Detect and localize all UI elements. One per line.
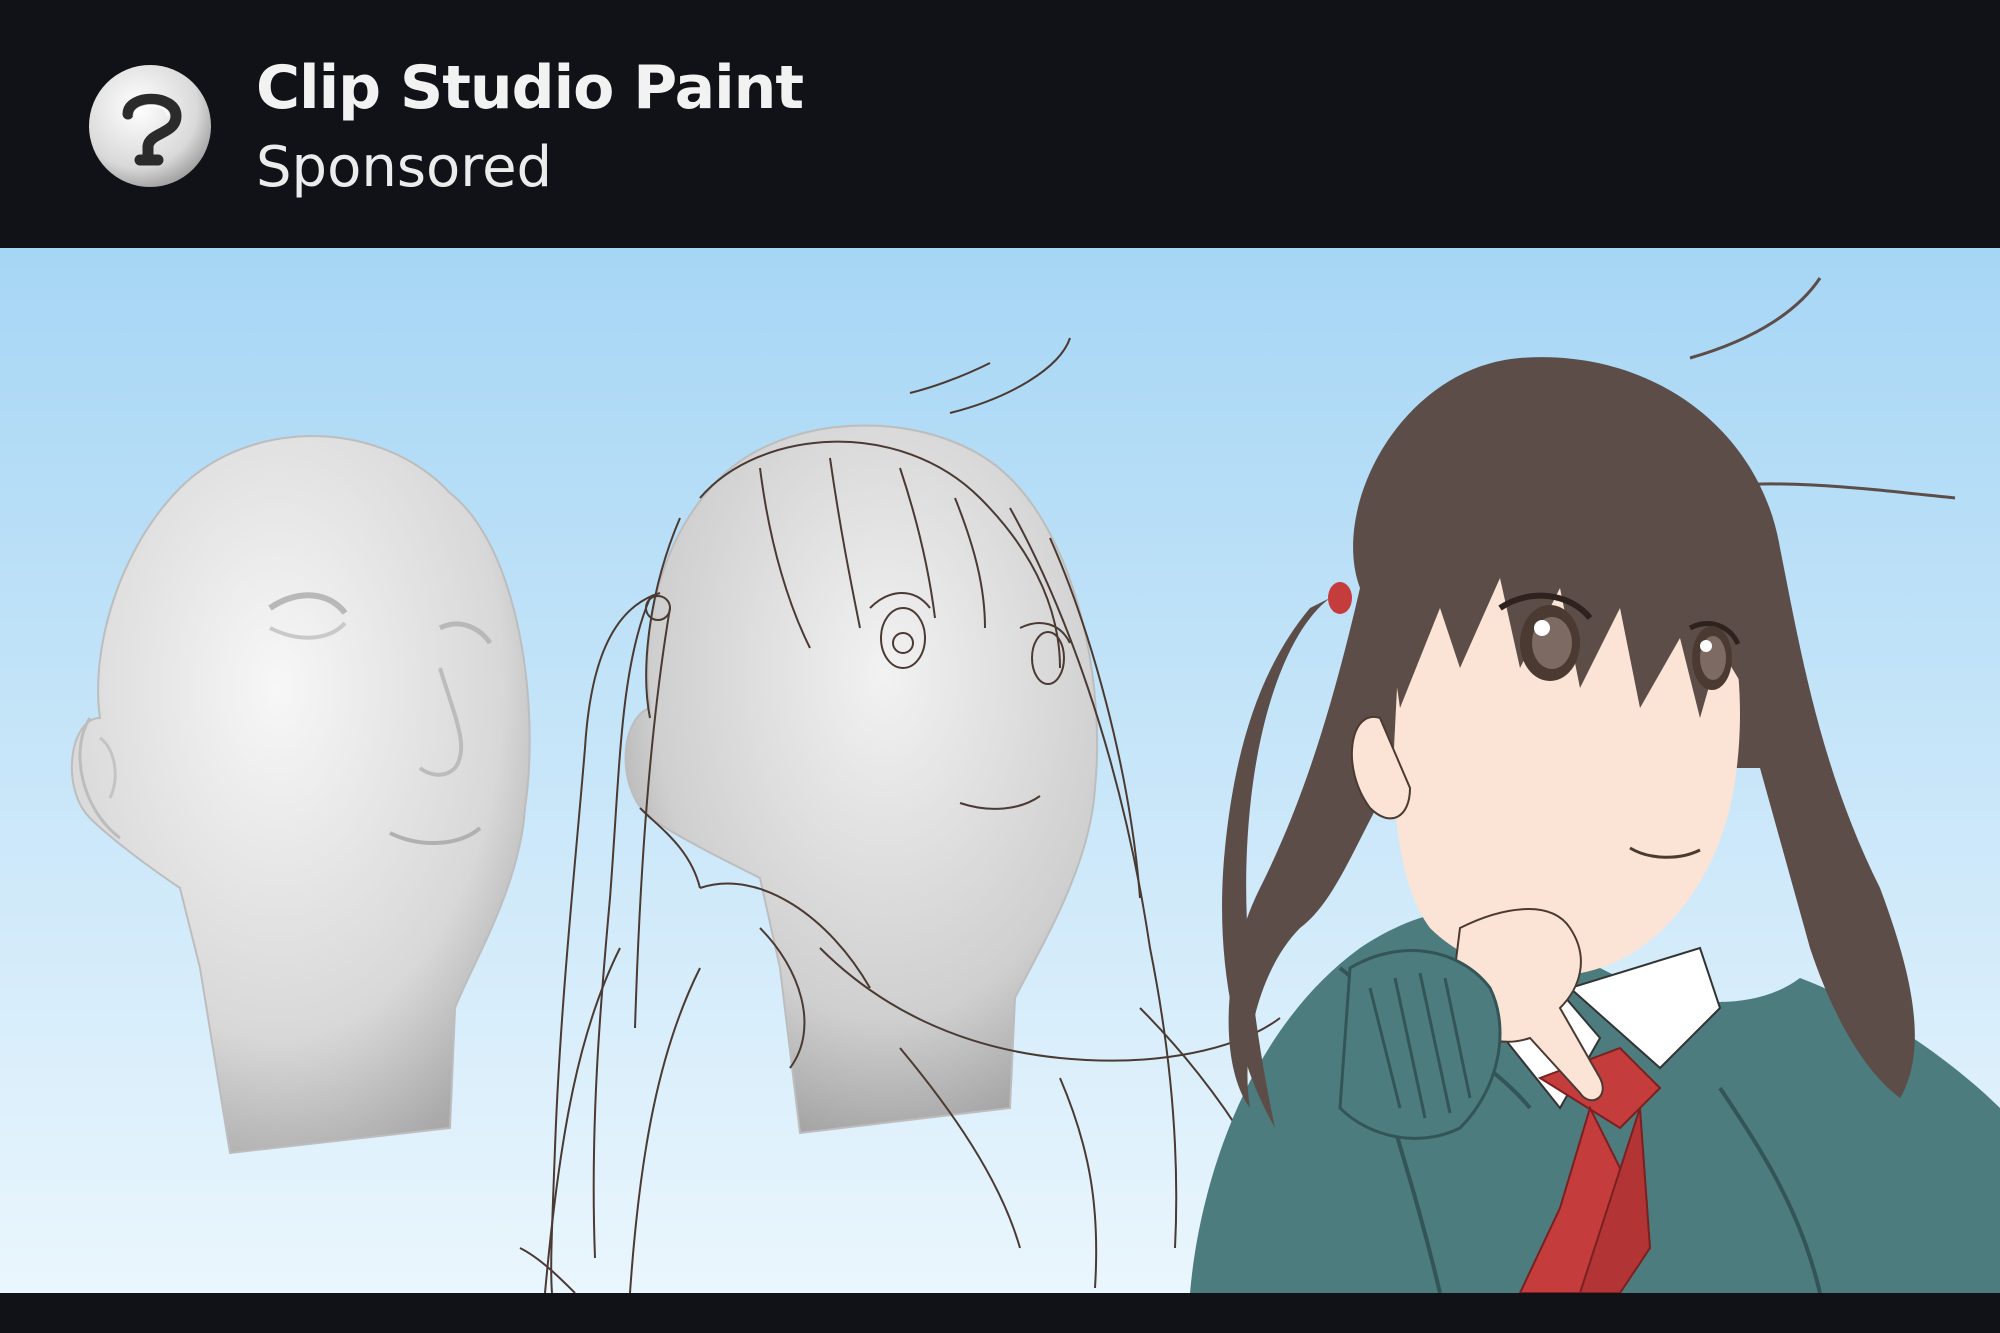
ad-header: Clip Studio Paint Sponsored: [0, 0, 2000, 248]
ad-header-text: Clip Studio Paint Sponsored: [256, 48, 804, 208]
clip-studio-logo-icon[interactable]: [88, 64, 212, 188]
ad-media-image[interactable]: [0, 248, 2000, 1293]
bottom-bar: [0, 1293, 2000, 1333]
advertiser-name[interactable]: Clip Studio Paint: [256, 48, 804, 128]
sponsored-label: Sponsored: [256, 135, 553, 200]
sponsored-ad-card: Clip Studio Paint Sponsored: [0, 0, 2000, 1333]
